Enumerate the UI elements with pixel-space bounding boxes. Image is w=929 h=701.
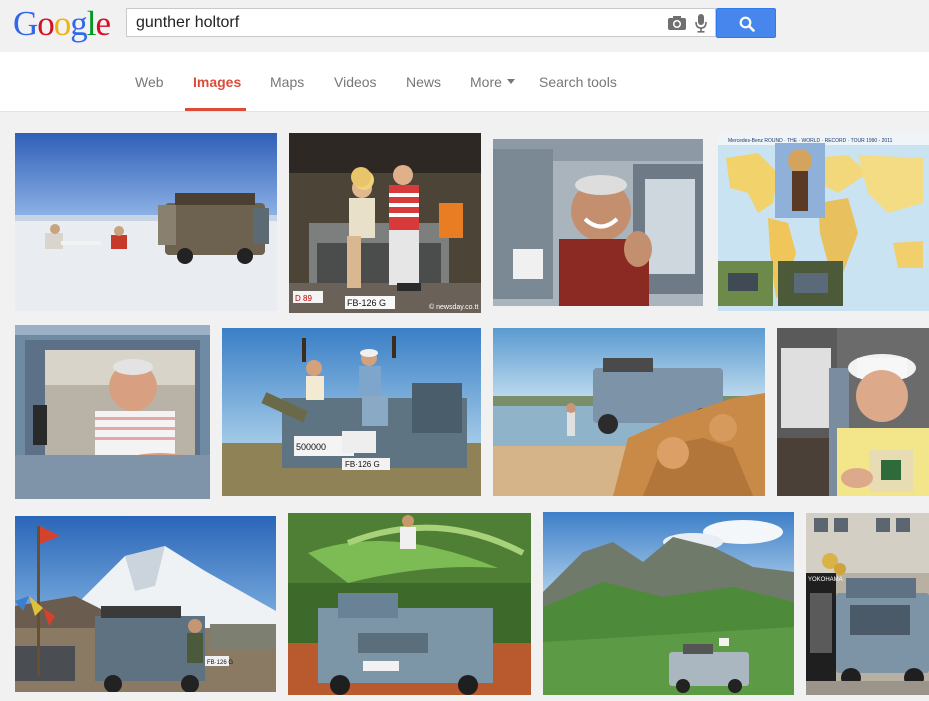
tab-news[interactable]: News [406, 74, 441, 90]
plate-text: FB-126 G [347, 298, 386, 308]
image-result[interactable]: 500000 FB·126 G [222, 328, 481, 496]
image-result[interactable] [288, 513, 531, 695]
logo-letter: o [37, 4, 54, 43]
sign-text: 500000 [296, 442, 326, 452]
image-result[interactable] [493, 139, 703, 306]
logo-letter: e [95, 4, 112, 43]
plate-small-text: D 89 [295, 294, 312, 303]
logo-letter: g [70, 4, 87, 43]
microphone-icon[interactable] [694, 13, 708, 33]
logo-letter: l [86, 4, 97, 43]
image-result[interactable] [493, 328, 765, 496]
tab-more[interactable]: More [470, 74, 515, 90]
image-result[interactable] [543, 512, 794, 695]
tab-maps[interactable]: Maps [270, 74, 304, 90]
tab-images[interactable]: Images [193, 74, 241, 90]
image-result[interactable]: Mercedes-Benz ROUND · THE · WORLD · RECO… [718, 133, 929, 311]
tab-videos[interactable]: Videos [334, 74, 377, 90]
yokohama-text: YOKOHAMA [808, 577, 843, 583]
tab-web[interactable]: Web [135, 74, 164, 90]
google-logo[interactable]: Google [13, 4, 112, 43]
watermark-text: © newsday.co.tt [429, 303, 478, 311]
image-result[interactable]: YOKOHAMA [806, 513, 929, 695]
chevron-down-icon [506, 78, 515, 84]
logo-letter: G [13, 4, 38, 43]
search-box [126, 8, 716, 37]
active-tab-indicator [185, 108, 246, 111]
image-result[interactable] [15, 325, 210, 499]
plate-text: FB·126 G [345, 460, 380, 469]
search-tools-button[interactable]: Search tools [539, 74, 617, 90]
image-result[interactable]: FB·126 G [15, 516, 276, 692]
top-bar: Google [0, 0, 929, 52]
logo-letter: o [53, 4, 71, 43]
search-icon [739, 16, 755, 32]
image-result[interactable] [777, 328, 929, 496]
search-button[interactable] [716, 8, 776, 38]
plate-text: FB·126 G [207, 660, 233, 666]
image-result[interactable] [15, 133, 277, 311]
search-tabs-bar: Web Images Maps Videos News More Search … [0, 52, 929, 112]
tab-more-label: More [470, 74, 502, 90]
image-result[interactable]: D 89 FB-126 G © newsday.co.tt [289, 133, 481, 313]
camera-icon[interactable] [667, 15, 687, 31]
search-input[interactable] [127, 9, 647, 36]
